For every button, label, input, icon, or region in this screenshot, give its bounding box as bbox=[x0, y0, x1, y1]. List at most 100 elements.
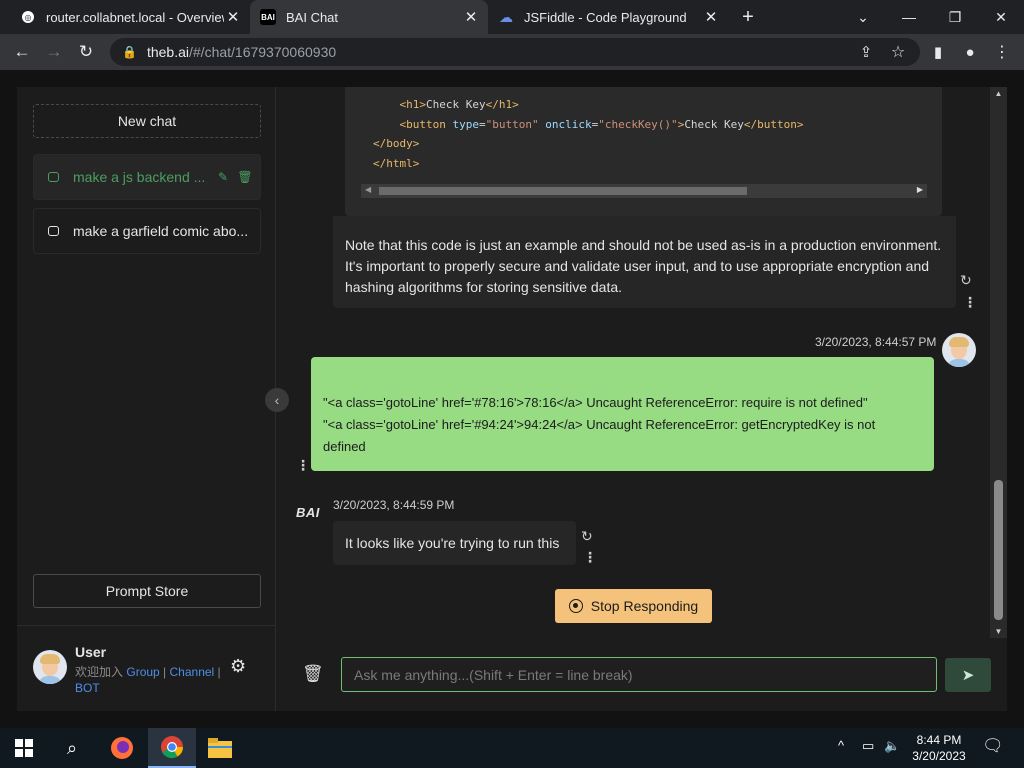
chat-bubble-icon bbox=[48, 172, 59, 182]
back-button[interactable]: ← bbox=[8, 34, 36, 70]
prompt-store-button[interactable]: Prompt Store bbox=[33, 574, 261, 608]
volume-muted-icon[interactable]: 🔈 bbox=[884, 738, 900, 754]
address-host: theb.ai bbox=[146, 44, 189, 60]
chat-input[interactable] bbox=[341, 657, 937, 692]
user-message-timestamp: 3/20/2023, 8:44:57 PM bbox=[815, 335, 937, 349]
browser-tab-bar: ◎ router.collabnet.local - Overview ✕ BA… bbox=[0, 0, 1024, 34]
code-token: = bbox=[478, 117, 486, 131]
bookmark-star-icon[interactable]: ☆ bbox=[884, 34, 912, 70]
collapse-sidebar-button[interactable]: ‹ bbox=[265, 388, 289, 412]
share-icon[interactable]: ⇪ bbox=[852, 34, 880, 70]
profile-icon[interactable]: ● bbox=[956, 34, 984, 70]
back-arrow-icon: ← bbox=[13, 42, 31, 61]
bot-message-note: Note that this code is just an example a… bbox=[333, 216, 956, 308]
channel-link[interactable]: Channel bbox=[170, 665, 215, 679]
avatar bbox=[33, 650, 67, 684]
more-options-icon[interactable]: ⋮ bbox=[296, 457, 310, 474]
group-link[interactable]: Group bbox=[126, 665, 159, 679]
join-text: 欢迎加入 bbox=[75, 665, 124, 679]
code-horizontal-scrollbar[interactable]: ◀ ▶ bbox=[361, 184, 927, 198]
code-line: <h1>Check Key</h1> bbox=[373, 95, 804, 115]
minimize-button[interactable]: — bbox=[886, 0, 932, 34]
scroll-up-icon[interactable]: ▲ bbox=[990, 89, 1007, 98]
close-window-button[interactable]: ✕ bbox=[978, 0, 1024, 34]
forward-button[interactable]: → bbox=[40, 34, 68, 70]
network-icon[interactable]: ▭ bbox=[862, 738, 874, 754]
code-token: </button> bbox=[743, 117, 804, 131]
tab-title: router.collabnet.local - Overview bbox=[46, 9, 224, 25]
file-explorer-icon[interactable] bbox=[196, 728, 244, 768]
tab-router[interactable]: ◎ router.collabnet.local - Overview ✕ bbox=[10, 0, 250, 34]
chat-vertical-scrollbar[interactable]: ▲ ▼ bbox=[990, 87, 1007, 638]
bot-message-timestamp: 3/20/2023, 8:44:59 PM bbox=[333, 498, 455, 512]
new-tab-button[interactable]: + bbox=[725, 0, 771, 34]
firefox-icon[interactable] bbox=[98, 728, 146, 768]
reload-icon: ↻ bbox=[78, 42, 94, 61]
chevron-left-icon: ‹ bbox=[274, 392, 280, 408]
chat-bubble-icon bbox=[48, 226, 59, 236]
bot-link[interactable]: BOT bbox=[75, 681, 100, 695]
stop-responding-button[interactable]: Stop Responding bbox=[555, 589, 712, 623]
code-token: Check Key bbox=[426, 98, 486, 111]
jsfiddle-favicon-icon: ☁ bbox=[499, 8, 513, 25]
user-name: User bbox=[75, 644, 107, 660]
notifications-icon[interactable]: 🗨 bbox=[982, 736, 1004, 756]
scrollbar-thumb[interactable] bbox=[994, 480, 1003, 620]
close-icon[interactable]: ✕ bbox=[224, 8, 242, 26]
clock-time: 8:44 PM bbox=[916, 733, 962, 747]
code-line: </body> bbox=[373, 134, 804, 154]
bai-favicon-icon: BAI bbox=[260, 9, 276, 25]
address-bar[interactable]: 🔒 theb.ai/#/chat/1679370060930 bbox=[110, 38, 920, 66]
tab-jsfiddle[interactable]: ☁ JSFiddle - Code Playground ✕ bbox=[488, 0, 728, 34]
sidebar: New chat make a js backend ... ✎ 🗑 make … bbox=[17, 87, 276, 711]
code-line: </html> bbox=[373, 154, 804, 174]
new-chat-button[interactable]: New chat bbox=[33, 104, 261, 138]
regenerate-icon[interactable]: ↻ bbox=[960, 272, 972, 289]
restore-button[interactable]: ❐ bbox=[932, 0, 978, 34]
code-token: </html> bbox=[373, 156, 420, 170]
close-icon[interactable]: ✕ bbox=[462, 8, 480, 26]
code-token: "button" bbox=[485, 117, 539, 131]
more-options-icon[interactable]: ⋮ bbox=[963, 294, 977, 311]
code-token: "checkKey()" bbox=[598, 117, 678, 131]
browser-menu-icon[interactable]: ⋮ bbox=[988, 34, 1016, 70]
code-token: </h1> bbox=[485, 98, 519, 111]
scroll-down-icon[interactable]: ▼ bbox=[990, 627, 1007, 636]
tray-chevron-up-icon[interactable]: ^ bbox=[838, 738, 844, 753]
lock-icon: 🔒 bbox=[122, 45, 137, 59]
forward-arrow-icon: → bbox=[45, 42, 63, 61]
stop-responding-label: Stop Responding bbox=[590, 598, 699, 614]
router-favicon-icon: ◎ bbox=[20, 9, 36, 25]
search-icon[interactable]: ⌕ bbox=[48, 728, 96, 768]
side-panel-icon[interactable]: ▮ bbox=[924, 34, 952, 70]
more-options-icon[interactable]: ⋮ bbox=[583, 549, 597, 566]
taskbar-clock[interactable]: 8:44 PM 3/20/2023 bbox=[904, 732, 974, 764]
code-line: <button type="button" onclick="checkKey(… bbox=[373, 115, 804, 135]
reload-button[interactable]: ↻ bbox=[72, 34, 100, 70]
chat-item-active[interactable]: make a js backend ... ✎ 🗑 bbox=[33, 154, 261, 200]
code-token: onclick bbox=[545, 117, 592, 131]
scroll-left-icon[interactable]: ◀ bbox=[365, 185, 371, 194]
scroll-right-icon[interactable]: ▶ bbox=[917, 185, 923, 194]
chat-item-title: make a garfield comic abo... bbox=[73, 223, 249, 239]
scrollbar-thumb[interactable] bbox=[379, 187, 747, 195]
stop-record-icon bbox=[568, 599, 583, 613]
tab-search-chevron-icon[interactable]: ⌄ bbox=[840, 0, 886, 34]
tab-title: BAI Chat bbox=[286, 9, 339, 25]
chrome-icon[interactable] bbox=[148, 728, 196, 768]
clear-chat-trash-icon[interactable]: 🗑 bbox=[302, 664, 324, 686]
bot-reply: It looks like you're trying to run this bbox=[333, 521, 576, 565]
delete-icon[interactable]: 🗑 bbox=[234, 170, 256, 184]
gear-icon[interactable]: ⚙ bbox=[230, 656, 250, 676]
chat-item[interactable]: make a garfield comic abo... bbox=[33, 208, 261, 254]
tab-bai-chat[interactable]: BAI BAI Chat ✕ bbox=[250, 0, 488, 34]
edit-icon[interactable]: ✎ bbox=[212, 170, 234, 184]
code-content: <h1>Check Key</h1> <button type="button"… bbox=[373, 95, 804, 173]
close-icon[interactable]: ✕ bbox=[702, 8, 720, 26]
sidebar-footer: User 欢迎加入 Group | Channel | BOT ⚙ bbox=[17, 625, 275, 711]
code-token: <h1> bbox=[399, 98, 427, 111]
regenerate-icon[interactable]: ↻ bbox=[581, 528, 593, 545]
windows-start-icon[interactable] bbox=[0, 728, 48, 768]
send-button[interactable]: ➤ bbox=[945, 658, 991, 692]
browser-toolbar: ← → ↻ 🔒 theb.ai/#/chat/1679370060930 ⇪ ☆… bbox=[0, 34, 1024, 70]
